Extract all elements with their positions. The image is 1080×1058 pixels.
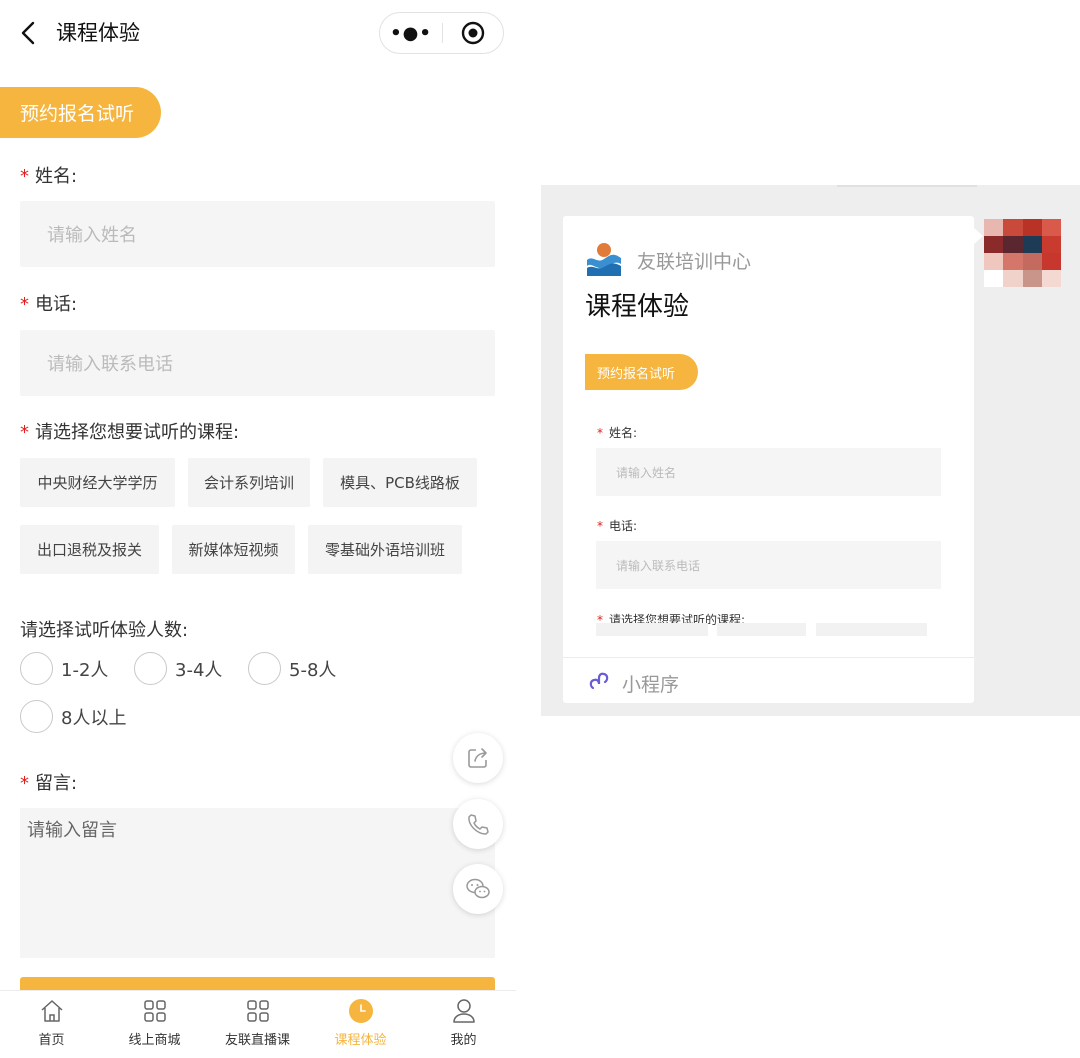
page-title: 课程体验 <box>56 21 140 45</box>
preview-name-input: 请输入姓名 <box>596 448 941 496</box>
bottom-tab-bar: 首页 线上商城 友联直播课 课程体验 我的 <box>0 990 516 1057</box>
course-option[interactable]: 出口退税及报关 <box>20 525 159 574</box>
org-name: 友联培训中心 <box>637 251 752 273</box>
radio-label: 3-4人 <box>175 659 223 681</box>
name-input[interactable]: 请输入姓名 <box>20 201 495 267</box>
name-label-text: 姓名: <box>35 166 78 187</box>
tab-label: 线上商城 <box>128 1033 181 1048</box>
mini-program-icon <box>589 672 609 690</box>
people-count-label: 请选择试听体验人数: <box>20 620 189 641</box>
share-icon <box>468 748 487 768</box>
radio-label: 8人以上 <box>61 707 127 729</box>
panel-top-line <box>837 185 977 187</box>
people-option-radio[interactable]: 8人以上 <box>20 700 126 733</box>
avatar <box>984 219 1061 287</box>
people-option-radio[interactable]: 3-4人 <box>134 652 222 685</box>
radio-label: 5-8人 <box>289 659 337 681</box>
chat-share-panel: 友联培训中心 课程体验 预约报名试听 * 姓名: 请输入姓名 * 电话: 请输入联系… <box>541 185 1080 716</box>
phone-label: * 电话: <box>20 290 77 316</box>
phone-label-text: 电话: <box>35 294 78 315</box>
course-option[interactable]: 新媒体短视频 <box>172 525 295 574</box>
tab-mine[interactable]: 我的 <box>412 991 515 1058</box>
tab-label: 课程体验 <box>334 1033 387 1048</box>
preview-phone-placeholder: 请输入联系电话 <box>616 558 701 573</box>
course-option[interactable]: 模具、PCB线路板 <box>323 458 477 507</box>
card-title: 课程体验 <box>585 292 690 322</box>
clock-icon <box>348 999 373 1023</box>
preview-phone-label-text: 电话: <box>609 519 638 533</box>
message-label: * 留言: <box>20 769 77 795</box>
phone-placeholder: 请输入联系电话 <box>47 354 173 375</box>
bubble-notch <box>974 228 983 244</box>
tab-online-mall[interactable]: 线上商城 <box>103 991 206 1058</box>
phone-icon <box>468 814 489 835</box>
user-icon <box>452 999 475 1023</box>
preview-course-chip <box>717 623 806 636</box>
home-icon <box>40 1000 63 1022</box>
tab-course-experience[interactable]: 课程体验 <box>309 991 412 1058</box>
radio-circle <box>248 652 281 685</box>
submit-button[interactable] <box>20 977 495 991</box>
tab-label: 我的 <box>450 1033 477 1048</box>
course-option[interactable]: 会计系列培训 <box>188 458 310 507</box>
mini-program-share-card[interactable]: 友联培训中心 课程体验 预约报名试听 * 姓名: 请输入姓名 * 电话: 请输入联系… <box>563 216 983 703</box>
tab-label: 首页 <box>38 1033 65 1048</box>
grid-icon <box>143 1000 166 1022</box>
radio-circle <box>20 652 53 685</box>
people-option-radio[interactable]: 5-8人 <box>248 652 336 685</box>
radio-circle <box>20 700 53 733</box>
wechat-icon <box>466 878 490 899</box>
wechat-fab-button[interactable] <box>453 864 503 914</box>
tab-live-course[interactable]: 友联直播课 <box>206 991 309 1058</box>
mini-program-page: 课程体验 •●• 预约报名试听 * 姓名: 请输入姓名 * 电话: 请输入联系电话 … <box>0 0 516 1057</box>
preview-name-label-text: 姓名: <box>609 426 638 440</box>
required-mark: * <box>20 773 29 794</box>
preview-phone-label: * 电话: <box>597 517 637 534</box>
course-label-text: 请选择您想要试听的课程: <box>35 422 240 443</box>
preview-phone-input: 请输入联系电话 <box>596 541 941 589</box>
card-divider <box>563 657 974 658</box>
required-mark: * <box>20 166 29 187</box>
share-fab-button[interactable] <box>453 733 503 783</box>
name-placeholder: 请输入姓名 <box>47 225 137 246</box>
course-option[interactable]: 中央财经大学学历 <box>20 458 175 507</box>
reserve-trial-banner: 预约报名试听 <box>0 87 161 138</box>
grid-icon <box>246 1000 269 1022</box>
tab-label: 友联直播课 <box>224 1033 290 1048</box>
people-option-radio[interactable]: 1-2人 <box>20 652 108 685</box>
course-label: * 请选择您想要试听的课程: <box>20 418 239 444</box>
preview-course-chip <box>596 623 708 636</box>
target-icon <box>461 21 485 45</box>
close-miniprogram-button[interactable] <box>442 13 504 53</box>
phone-input[interactable]: 请输入联系电话 <box>20 330 495 396</box>
required-mark: * <box>20 422 29 443</box>
tab-home[interactable]: 首页 <box>0 991 103 1058</box>
preview-banner: 预约报名试听 <box>585 354 698 390</box>
message-textarea[interactable]: 请输入留言 <box>20 808 495 958</box>
back-arrow-icon[interactable] <box>16 18 42 48</box>
capsule-menu: •●• <box>379 12 504 54</box>
preview-course-chip <box>816 623 927 636</box>
required-mark: * <box>597 519 603 533</box>
card-preview-image: 预约报名试听 * 姓名: 请输入姓名 * 电话: 请输入联系电话 * 请选择您想要试听… <box>585 336 941 636</box>
org-logo-icon <box>585 238 623 276</box>
radio-label: 1-2人 <box>61 659 109 681</box>
message-label-text: 留言: <box>35 773 78 794</box>
course-option[interactable]: 零基础外语培训班 <box>308 525 462 574</box>
radio-circle <box>134 652 167 685</box>
preview-name-label: * 姓名: <box>597 424 637 441</box>
preview-name-placeholder: 请输入姓名 <box>616 465 677 480</box>
more-menu-button[interactable]: •●• <box>380 13 442 53</box>
navigation-bar: 课程体验 •●• <box>0 0 516 66</box>
mini-program-label: 小程序 <box>622 674 680 696</box>
phone-fab-button[interactable] <box>453 799 503 849</box>
required-mark: * <box>20 294 29 315</box>
required-mark: * <box>597 426 603 440</box>
name-label: * 姓名: <box>20 162 77 188</box>
message-placeholder: 请输入留言 <box>27 820 117 841</box>
